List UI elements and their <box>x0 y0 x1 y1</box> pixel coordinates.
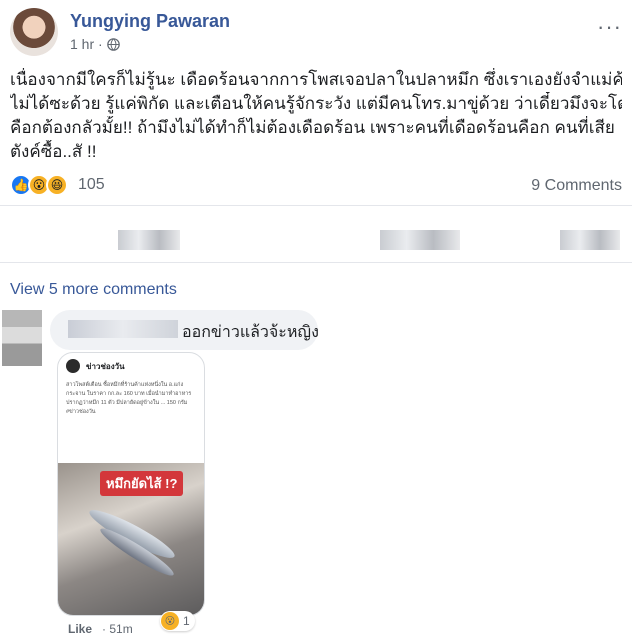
attachment-caption: สาวโพสต์เตือน ซื้อหมึกที่ร้านค้าแห่งหนึ่… <box>66 382 192 415</box>
post-text-line: เนื่องจากมีใครก็ไม่รู้นะ เดือดร้อนจากการ… <box>10 70 622 89</box>
like-action-button[interactable] <box>118 230 180 250</box>
post-text-line: คือกต้องกลัวมั้ย!! ถ้ามึงไม่ได้ทำก็ไม่ต้… <box>10 118 615 137</box>
comment-action-button[interactable] <box>380 230 460 250</box>
attachment-header: ข่าวช่องวัน <box>66 359 125 373</box>
post-text-line: ตังค์ซื้อ..สั !! <box>10 142 97 161</box>
globe-icon <box>106 37 120 51</box>
post-meta: 1 hr · <box>70 36 120 52</box>
wow-face-icon: 😮 <box>161 612 179 630</box>
comment-text: ออกข่าวแล้วจ้ะหญิง <box>182 324 319 341</box>
attachment-source: ข่าวช่องวัน <box>86 361 125 371</box>
post-action-bar <box>0 205 632 255</box>
haha-face-icon: 😆 <box>46 174 68 196</box>
post-header: Yungying Pawaran 1 hr · ··· <box>10 8 622 58</box>
view-more-comments-link[interactable]: View 5 more comments <box>10 281 177 299</box>
comment-actions: Like · 51m <box>68 622 133 634</box>
reaction-summary[interactable]: 👍 😮 😆 105 <box>10 174 105 196</box>
post-time[interactable]: 1 hr · <box>70 36 103 52</box>
share-action-button[interactable] <box>560 230 620 250</box>
comment-like-link[interactable]: Like <box>68 622 92 634</box>
comment-reaction-badge[interactable]: 😮 1 <box>160 611 195 631</box>
more-options-button[interactable]: ··· <box>597 14 622 40</box>
comments-count-link[interactable]: 9 Comments <box>531 177 622 195</box>
commenter-name[interactable] <box>68 320 178 338</box>
attachment-banner: หมึกยัดไส้ !? <box>100 471 184 496</box>
author-avatar[interactable] <box>10 8 58 56</box>
divider <box>0 262 632 263</box>
comment-age[interactable]: · 51m <box>102 622 133 634</box>
author-name[interactable]: Yungying Pawaran <box>70 11 230 32</box>
news-page-logo <box>66 359 80 373</box>
commenter-avatar[interactable] <box>2 310 42 366</box>
comment-reaction-count: 1 <box>183 614 190 628</box>
post-body: เนื่องจากมีใครก็ไม่รู้นะ เดือดร้อนจากการ… <box>10 68 622 164</box>
squid-photo: หมึกยัดไส้ !? <box>58 463 204 615</box>
reaction-count: 105 <box>78 176 105 193</box>
comment-bubble: ออกข่าวแล้วจ้ะหญิง <box>50 310 319 350</box>
comment-attachment-image[interactable]: ข่าวช่องวัน สาวโพสต์เตือน ซื้อหมึกที่ร้า… <box>57 352 205 616</box>
post-text-line: ไม่ได้ซะด้วย รู้แค่พิกัด และเตือนให้คนรู… <box>10 94 622 113</box>
